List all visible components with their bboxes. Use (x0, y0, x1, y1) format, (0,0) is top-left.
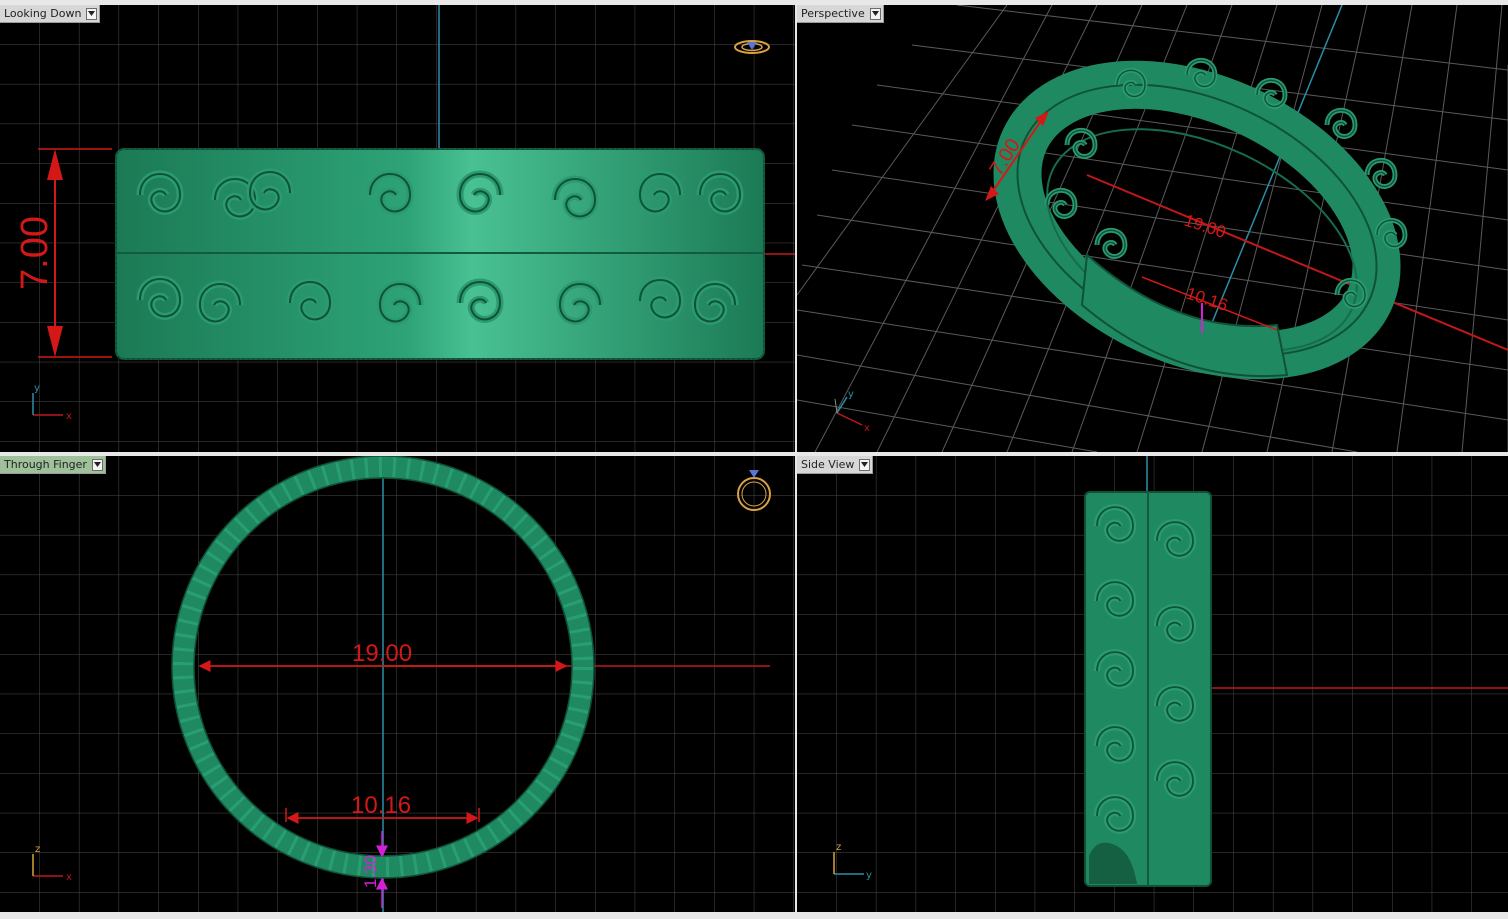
thickness-dimension-label: 1.30 (361, 855, 380, 888)
viewport-label-side-view[interactable]: Side View (797, 456, 874, 474)
viewport-label-perspective[interactable]: Perspective (797, 5, 884, 23)
axis-z-label: z (35, 844, 40, 855)
height-dimension-label: 7.00 (14, 216, 56, 290)
perspective-inner-label: 10.16 (1184, 284, 1230, 315)
inner-dimension-label: 10.16 (351, 792, 411, 819)
viewport-side-view[interactable]: y z Side View (797, 456, 1508, 912)
viewport-title: Perspective (801, 7, 865, 20)
viewport-menu-chevron-down-icon[interactable] (859, 458, 871, 471)
viewport-looking-down[interactable]: 7.00 x y Looking Down (0, 5, 795, 452)
scene-perspective: 7.00 19.00 10.16 x y (797, 5, 1508, 452)
viewport-menu-chevron-down-icon[interactable] (86, 7, 98, 20)
scene-side-view: y z (797, 456, 1508, 912)
axis-z-label: z (836, 842, 841, 853)
ring-band-top[interactable] (115, 148, 765, 360)
axis-x-label: x (66, 872, 72, 883)
scene-through-finger: 19.00 10.16 1.30 x z (0, 456, 795, 912)
viewport-title: Looking Down (4, 7, 82, 20)
viewport-through-finger[interactable]: 19.00 10.16 1.30 x z Through Finger (0, 456, 795, 912)
viewport-title: Side View (801, 458, 855, 471)
outer-diameter-label: 19.00 (352, 640, 412, 667)
perspective-outer-label: 19.00 (1182, 211, 1228, 242)
perspective-outer-dimension: 19.00 (1182, 211, 1228, 242)
axis-y-label: y (866, 870, 872, 881)
axis-x-label: x (864, 423, 870, 434)
ring-band-side[interactable] (1084, 491, 1212, 887)
viewport-title: Through Finger (4, 458, 87, 471)
viewport-menu-chevron-down-icon[interactable] (869, 7, 881, 20)
scene-looking-down: 7.00 x y (0, 5, 795, 452)
axis-y-label: y (34, 383, 40, 394)
viewport-label-through-finger[interactable]: Through Finger (0, 456, 106, 474)
viewport-label-looking-down[interactable]: Looking Down (0, 5, 101, 23)
axis-y-label: y (848, 389, 854, 400)
axis-x-label: x (66, 411, 72, 422)
viewport-perspective[interactable]: 7.00 19.00 10.16 x y Perspective (797, 5, 1508, 452)
viewport-menu-chevron-down-icon[interactable] (91, 458, 103, 471)
